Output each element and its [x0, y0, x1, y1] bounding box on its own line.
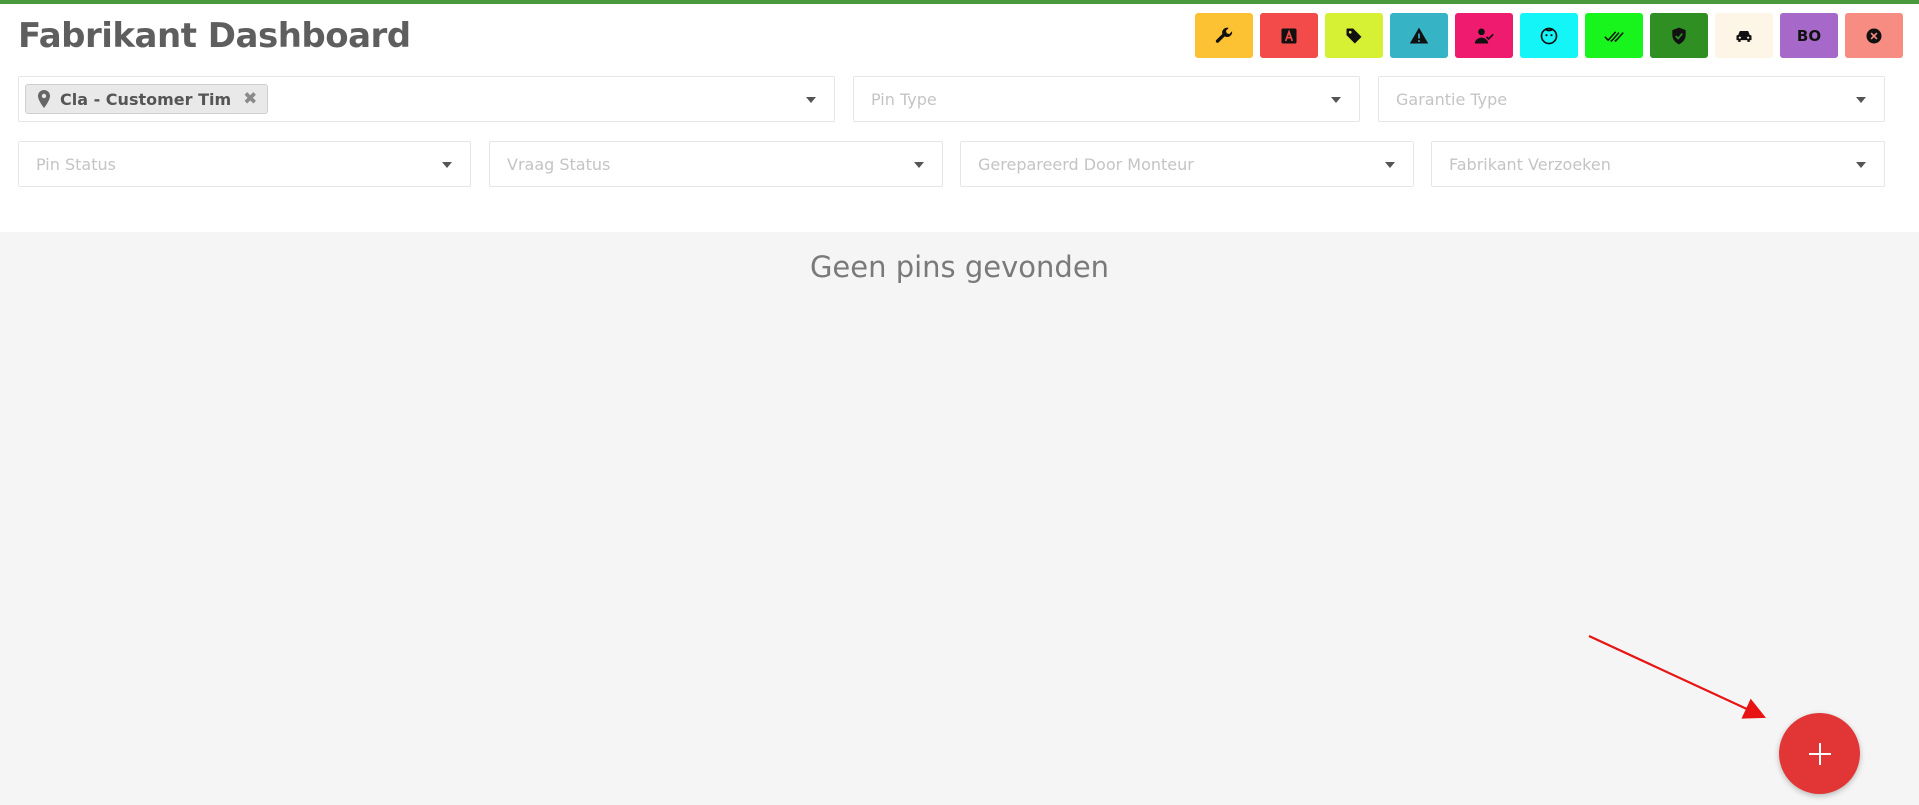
add-pin-button[interactable]	[1779, 713, 1860, 794]
arrow-icon	[1588, 635, 1766, 719]
plus-icon	[1808, 742, 1831, 765]
